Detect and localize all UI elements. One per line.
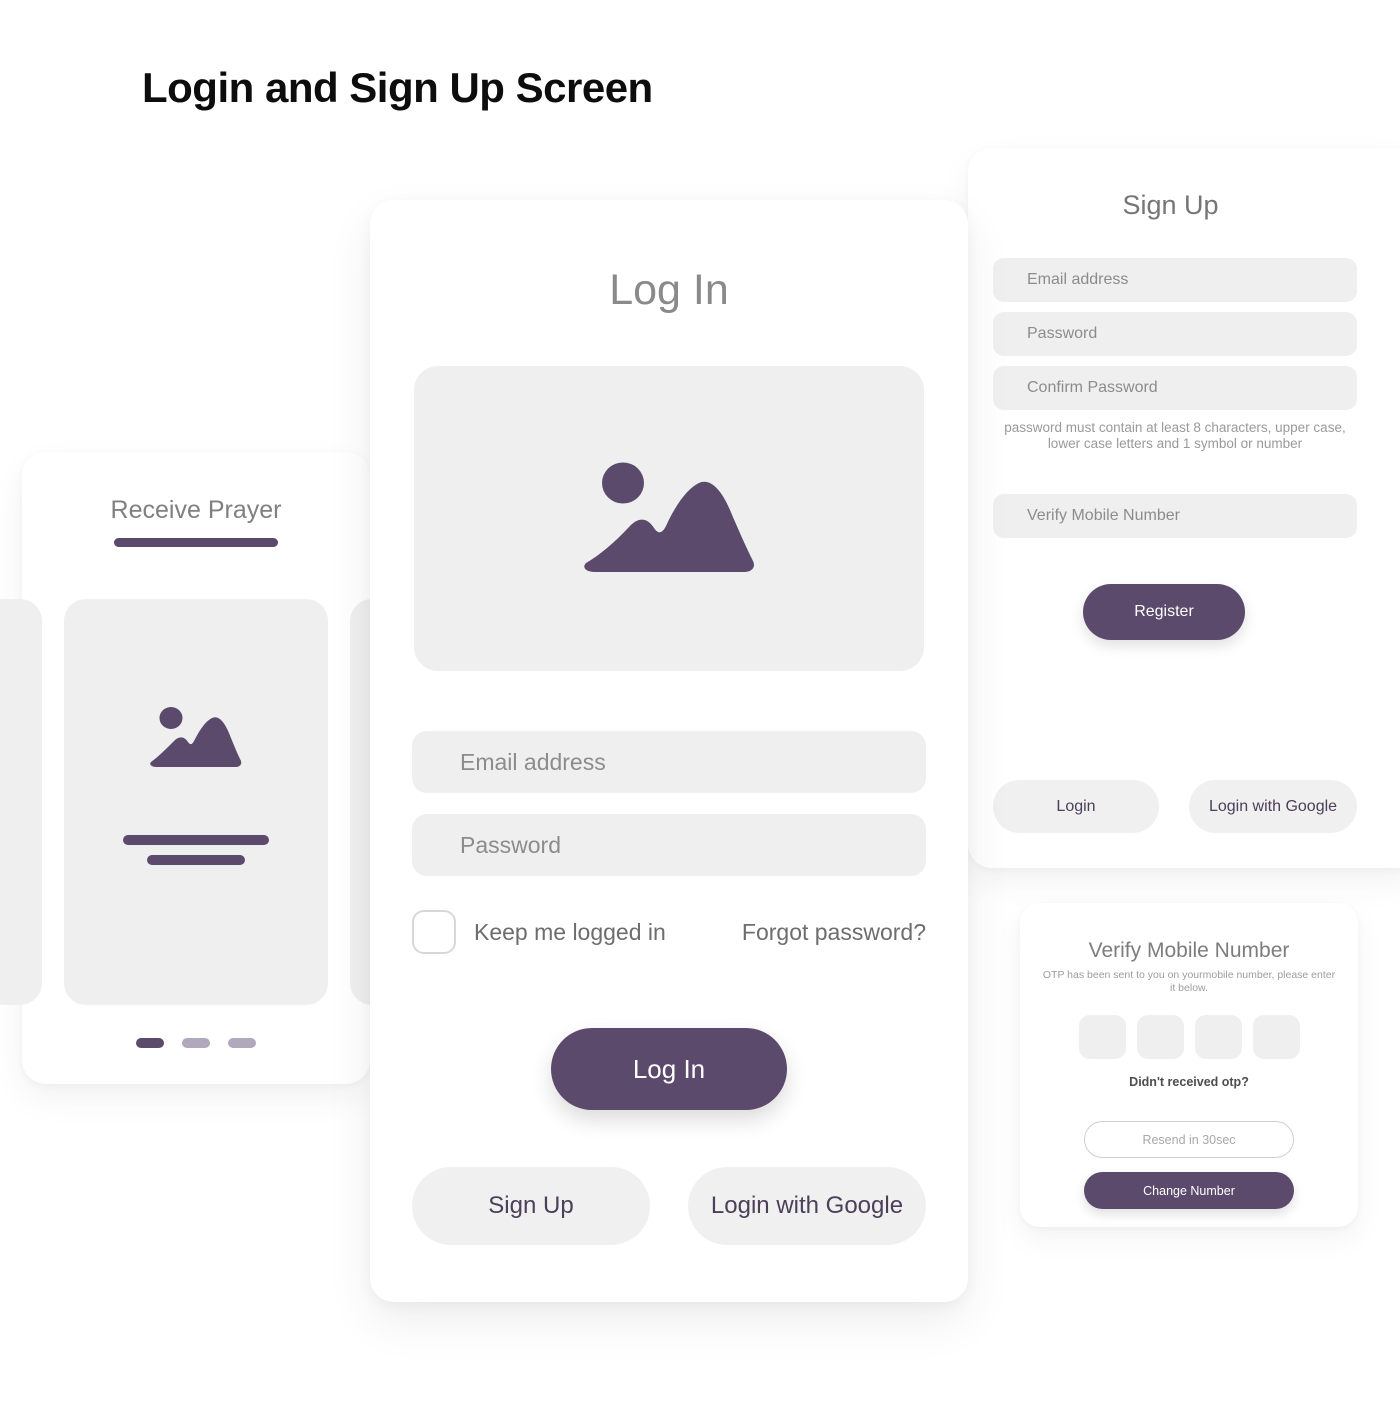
signup-title: Sign Up bbox=[1122, 190, 1219, 220]
onboarding-card: Receive Prayer bbox=[0, 452, 410, 1084]
login-email-input[interactable]: Email address bbox=[412, 731, 926, 793]
otp-digit-input-3[interactable] bbox=[1194, 1015, 1242, 1059]
login-signup-button[interactable]: Sign Up bbox=[412, 1167, 650, 1245]
text-placeholder-bar bbox=[123, 835, 269, 845]
login-submit-button[interactable]: Log In bbox=[551, 1028, 787, 1110]
signup-mobile-input[interactable]: Verify Mobile Number bbox=[993, 494, 1357, 538]
login-with-google-button[interactable]: Login with Google bbox=[688, 1167, 926, 1245]
otp-input-group bbox=[1020, 1015, 1358, 1059]
screen-canvas: Login and Sign Up Screen Receive Prayer … bbox=[0, 0, 1400, 1412]
pagination-dot-1[interactable] bbox=[136, 1038, 164, 1048]
keep-me-logged-in-checkbox[interactable] bbox=[412, 910, 456, 954]
otp-digit-input-1[interactable] bbox=[1078, 1015, 1126, 1059]
keep-me-logged-in-label: Keep me logged in bbox=[474, 918, 666, 945]
title-underline-bar bbox=[114, 538, 278, 547]
login-hero-image-placeholder bbox=[414, 366, 924, 671]
login-password-input[interactable]: Password bbox=[412, 814, 926, 876]
login-options-row: Keep me logged in Forgot password? bbox=[412, 910, 926, 954]
signup-login-with-google-button[interactable]: Login with Google bbox=[1189, 780, 1357, 833]
page-title: Login and Sign Up Screen bbox=[142, 64, 653, 111]
register-button[interactable]: Register bbox=[1083, 584, 1245, 640]
change-number-button[interactable]: Change Number bbox=[1084, 1172, 1294, 1209]
otp-resend-question: Didn't received otp? bbox=[1129, 1075, 1249, 1089]
signup-confirm-password-input[interactable]: Confirm Password bbox=[993, 366, 1357, 410]
signup-password-input[interactable]: Password bbox=[993, 312, 1357, 356]
signup-card: Sign Up Email address Password Confirm P… bbox=[968, 148, 1400, 868]
image-placeholder-icon bbox=[584, 462, 754, 572]
signup-email-input[interactable]: Email address bbox=[993, 258, 1357, 302]
login-card: Log In Email address Password Keep me lo… bbox=[370, 200, 968, 1302]
verify-mobile-card: Verify Mobile Number OTP has been sent t… bbox=[1020, 903, 1358, 1227]
verify-mobile-title: Verify Mobile Number bbox=[1088, 939, 1290, 962]
pagination-dot-3[interactable] bbox=[228, 1038, 256, 1048]
onboarding-title: Receive Prayer bbox=[110, 496, 282, 524]
login-title: Log In bbox=[609, 266, 729, 314]
carousel-active-slide[interactable] bbox=[64, 599, 328, 1005]
signup-login-button[interactable]: Login bbox=[993, 780, 1159, 833]
text-placeholder-bar bbox=[147, 855, 245, 865]
password-requirements-hint: password must contain at least 8 charact… bbox=[1004, 420, 1346, 451]
verify-mobile-subtitle: OTP has been sent to you on yourmobile n… bbox=[1042, 969, 1336, 994]
forgot-password-link[interactable]: Forgot password? bbox=[742, 919, 926, 946]
resend-otp-button[interactable]: Resend in 30sec bbox=[1084, 1121, 1294, 1158]
carousel-pagination bbox=[22, 1038, 370, 1048]
pagination-dot-2[interactable] bbox=[182, 1038, 210, 1048]
carousel-peek-card-left[interactable] bbox=[0, 599, 42, 1005]
image-placeholder-icon bbox=[150, 707, 242, 767]
otp-digit-input-4[interactable] bbox=[1252, 1015, 1300, 1059]
otp-digit-input-2[interactable] bbox=[1136, 1015, 1184, 1059]
